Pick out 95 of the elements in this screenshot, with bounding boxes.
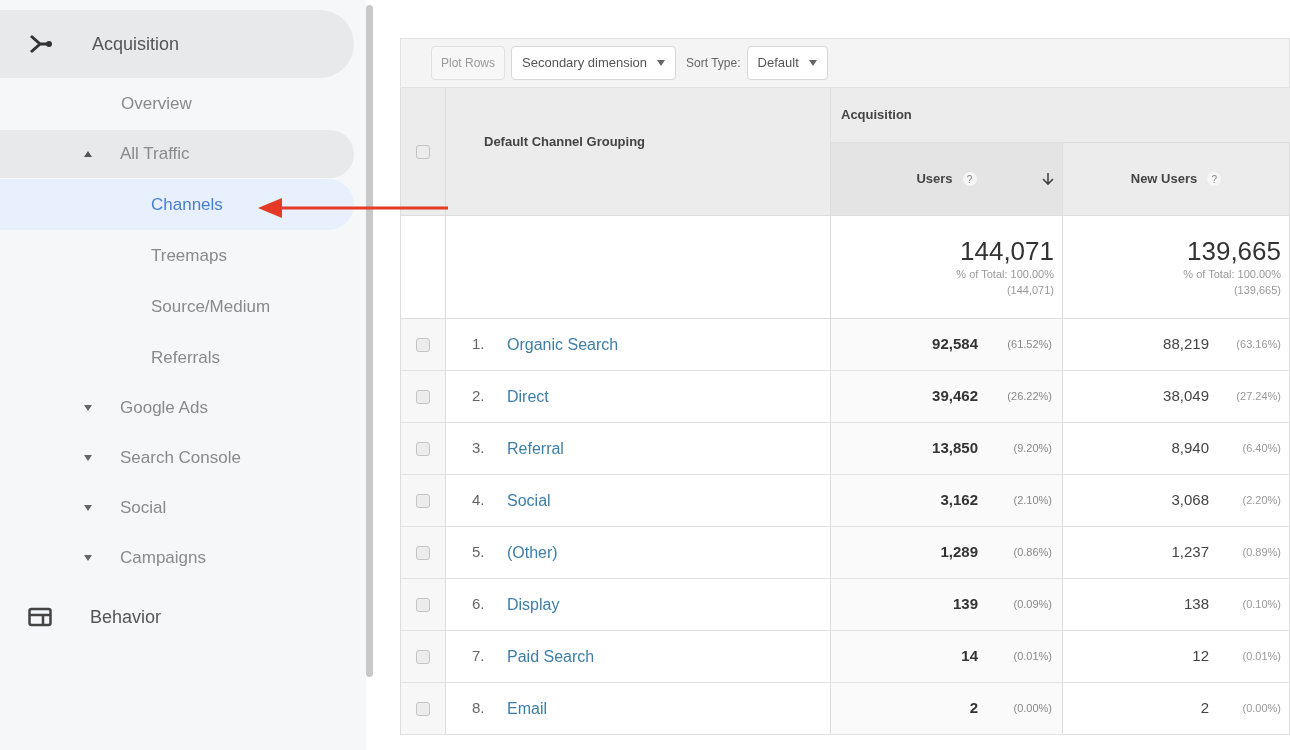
caret-icon: [84, 505, 92, 511]
percentage-label: (27.24%): [1235, 389, 1281, 405]
row-number: 2.: [472, 386, 486, 407]
channel-link[interactable]: Paid Search: [507, 644, 595, 669]
total-share: % of Total: 100.00%: [1183, 266, 1281, 282]
percentage-label: (2.20%): [1241, 493, 1281, 509]
row-checkbox[interactable]: [416, 389, 430, 404]
row-checkbox[interactable]: [416, 144, 430, 159]
row-number: 4.: [472, 490, 486, 511]
row-checkbox[interactable]: [416, 649, 430, 664]
row-checkbox[interactable]: [416, 701, 430, 716]
total-value: 139,665: [1187, 235, 1281, 266]
row-number: 7.: [472, 646, 486, 667]
percentage-label: (0.00%): [1012, 701, 1052, 717]
column-group-header: Acquisition: [841, 106, 912, 125]
percentage-label: (2.10%): [1012, 493, 1052, 509]
table-cell-text: 139: [952, 594, 978, 615]
percentage-label: (0.00%): [1241, 701, 1281, 717]
channel-link[interactable]: Display: [507, 592, 560, 617]
table-cell-text: 14: [961, 646, 978, 667]
table-cell-text: 39,462: [932, 386, 978, 407]
column-header: Default Channel Grouping: [484, 132, 646, 151]
table-cell-text: 12: [1192, 646, 1209, 667]
row-checkbox[interactable]: [416, 493, 430, 508]
table-cell-text: 3,068: [1171, 490, 1209, 511]
channel-link[interactable]: (Other): [507, 540, 558, 565]
branching-icon: [28, 33, 54, 55]
caret-icon: [84, 405, 92, 411]
table-cell-text: 92,584: [932, 334, 978, 355]
sort-down-icon: [1042, 172, 1054, 186]
table-cell-text: 3,162: [940, 490, 978, 511]
percentage-label: (0.01%): [1012, 649, 1052, 665]
channel-link[interactable]: Social: [507, 488, 551, 513]
table-cell-text: 138: [1183, 594, 1209, 615]
percentage-label: (0.10%): [1241, 597, 1281, 613]
row-checkbox[interactable]: [416, 597, 430, 612]
row-number: 6.: [472, 594, 486, 615]
nav-item[interactable]: Channels: [0, 179, 354, 230]
row-checkbox[interactable]: [416, 545, 430, 560]
percentage-label: (0.01%): [1241, 649, 1281, 665]
caret-icon: [84, 455, 92, 461]
caret-icon: [808, 60, 817, 66]
percentage-label: (63.16%): [1235, 337, 1281, 353]
column-header[interactable]: Users ?: [831, 143, 1063, 215]
row-checkbox[interactable]: [416, 337, 430, 352]
row-number: 8.: [472, 698, 486, 719]
table-cell-text: 1,289: [940, 542, 978, 563]
total-share: % of Total: 100.00%: [956, 266, 1054, 282]
percentage-label: (0.86%): [1012, 545, 1052, 561]
nav-group[interactable]: Search Console: [0, 434, 354, 482]
nav-section[interactable]: Behavior: [0, 583, 354, 651]
channel-link[interactable]: Email: [507, 696, 547, 721]
table-cell-text: 38,049: [1163, 386, 1209, 407]
sort-type-dropdown[interactable]: Default: [746, 46, 828, 80]
nav-item[interactable]: Referrals: [0, 332, 354, 383]
help-icon[interactable]: ?: [962, 172, 977, 186]
row-number: 5.: [472, 542, 486, 563]
nav-section[interactable]: Acquisition: [0, 10, 354, 78]
percentage-label: (61.52%): [1006, 337, 1052, 353]
table-cell-text: 1,237: [1171, 542, 1209, 563]
caret-icon: [84, 555, 92, 561]
caret-icon: [84, 151, 92, 157]
table-cell-text: 2: [1200, 698, 1209, 719]
percentage-label: (9.20%): [1012, 441, 1052, 457]
nav-item[interactable]: Treemaps: [0, 230, 354, 281]
channel-link[interactable]: Organic Search: [507, 332, 619, 357]
channel-link[interactable]: Referral: [507, 436, 564, 461]
caret-icon: [657, 60, 666, 66]
row-number: 1.: [472, 334, 486, 355]
total-value: 144,071: [960, 235, 1054, 266]
nav-item[interactable]: Overview: [0, 78, 354, 129]
table-cell-text: 2: [969, 698, 978, 719]
nav-group[interactable]: Social: [0, 484, 354, 532]
total-count: (139,665): [1233, 283, 1281, 298]
percentage-label: (0.89%): [1241, 545, 1281, 561]
percentage-label: (26.22%): [1006, 389, 1052, 405]
nav-group[interactable]: Google Ads: [0, 384, 354, 432]
nav-group[interactable]: Campaigns: [0, 534, 354, 582]
nav-group[interactable]: All Traffic: [0, 130, 354, 178]
window-icon: [28, 607, 52, 627]
column-header[interactable]: New Users ?: [1063, 143, 1290, 215]
nav-item[interactable]: Source/Medium: [0, 281, 354, 332]
row-checkbox[interactable]: [416, 441, 430, 456]
table-cell-text: 13,850: [932, 438, 978, 459]
row-number: 3.: [472, 438, 486, 459]
channel-link[interactable]: Direct: [507, 384, 549, 409]
total-count: (144,071): [1006, 283, 1054, 298]
percentage-label: (0.09%): [1012, 597, 1052, 613]
secondary-dimension-dropdown[interactable]: Secondary dimension: [511, 46, 677, 80]
sort-type-label: Sort Type:: [686, 55, 741, 72]
percentage-label: (6.40%): [1241, 441, 1281, 457]
table-cell-text: 8,940: [1171, 438, 1209, 459]
table-cell-text: 88,219: [1163, 334, 1209, 355]
help-icon[interactable]: ?: [1207, 172, 1222, 186]
scrollbar[interactable]: [366, 5, 373, 677]
